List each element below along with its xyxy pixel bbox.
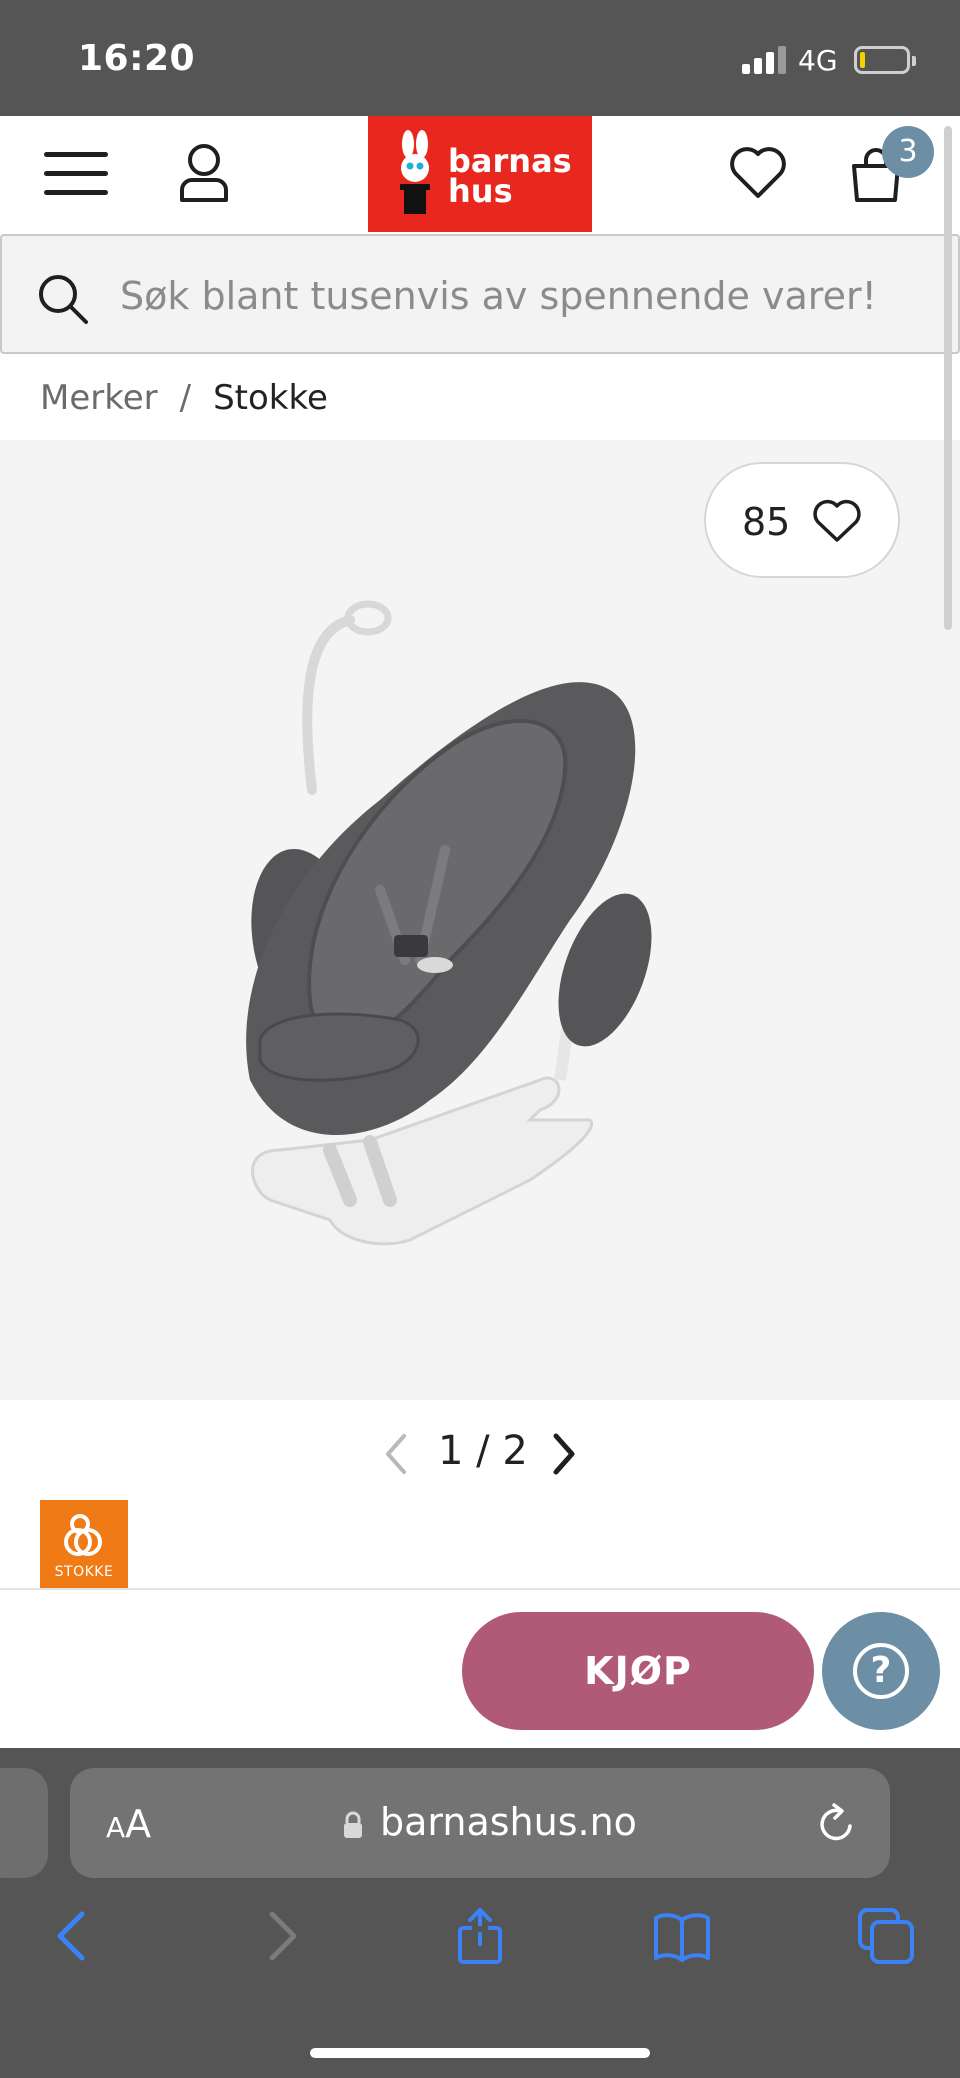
text-size-large: A (125, 1802, 152, 1846)
address-bar[interactable]: AA barnashus.no (70, 1768, 890, 1878)
search-bar[interactable] (0, 234, 960, 354)
breadcrumb-item-stokke: Stokke (213, 378, 328, 418)
stokke-logo-icon (64, 1514, 102, 1556)
help-button[interactable]: ? (822, 1612, 940, 1730)
chevron-right-icon[interactable] (550, 1432, 580, 1476)
hamburger-icon[interactable] (44, 152, 108, 196)
breadcrumb-separator: / (179, 378, 192, 418)
brand-name: STOKKE (54, 1564, 114, 1580)
heart-icon[interactable] (728, 144, 788, 200)
status-time: 16:20 (78, 38, 196, 79)
text-size-small: A (106, 1811, 126, 1844)
pager-text: 1 / 2 (438, 1428, 528, 1474)
buy-bar: KJØP ? (0, 1588, 960, 1748)
status-bar: 16:20 4G (0, 0, 960, 116)
bookmarks-icon[interactable] (652, 1906, 712, 1966)
breadcrumb: Merker / Stokke (40, 378, 328, 418)
search-input[interactable] (120, 266, 940, 326)
logo-line-2: hus (448, 172, 513, 210)
back-icon[interactable] (44, 1906, 104, 1966)
breadcrumb-item-merker[interactable]: Merker (40, 378, 158, 418)
pager-separator: / (476, 1428, 490, 1474)
site-header: barnas hus 3 (0, 116, 960, 232)
site-logo[interactable]: barnas hus (368, 116, 592, 232)
previous-tab-preview[interactable] (0, 1768, 48, 1878)
signal-icon (742, 46, 786, 74)
text-size-button[interactable]: AA (106, 1802, 151, 1846)
reload-icon[interactable] (814, 1802, 858, 1846)
user-icon[interactable] (176, 142, 232, 204)
tabs-icon[interactable] (856, 1906, 916, 1966)
buy-button[interactable]: KJØP (462, 1612, 814, 1730)
search-icon[interactable] (36, 272, 90, 326)
url-text[interactable]: barnashus.no (380, 1800, 637, 1844)
share-icon[interactable] (450, 1906, 510, 1966)
heart-icon (813, 499, 861, 542)
network-label: 4G (798, 44, 838, 77)
product-gallery[interactable]: 85 (0, 440, 960, 1400)
home-indicator[interactable] (310, 2048, 650, 2058)
web-content: barnas hus 3 Merker / Stokke 85 (0, 116, 960, 1748)
logo-text: barnas hus (448, 145, 572, 210)
battery-icon (854, 46, 916, 74)
gallery-pager: 1 / 2 (380, 1424, 580, 1484)
brand-logo[interactable]: STOKKE (40, 1500, 128, 1590)
cart-count-badge[interactable]: 3 (882, 126, 934, 178)
browser-chrome: AA barnashus.no (0, 1748, 960, 2078)
chevron-left-icon[interactable] (380, 1432, 410, 1476)
pager-total: 2 (502, 1428, 528, 1474)
lock-icon (344, 1811, 362, 1838)
like-count: 85 (742, 500, 791, 544)
scrollbar[interactable] (944, 126, 952, 630)
forward-icon[interactable] (250, 1906, 310, 1966)
product-image[interactable] (230, 540, 750, 1260)
question-icon: ? (853, 1643, 909, 1699)
pager-current: 1 (438, 1428, 464, 1474)
browser-toolbar (0, 1906, 960, 2006)
bunny-logo-icon (400, 130, 430, 214)
